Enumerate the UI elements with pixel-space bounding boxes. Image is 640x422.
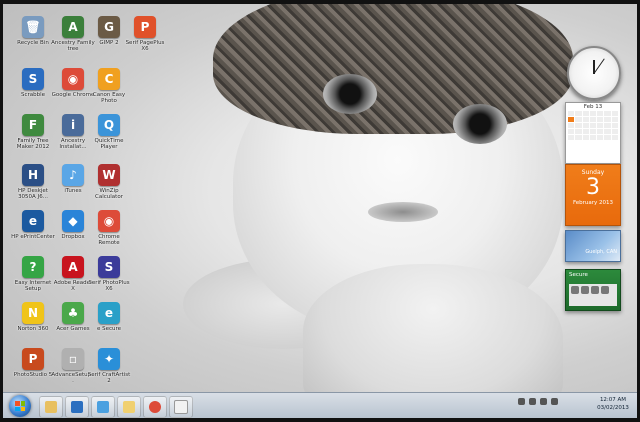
scrabble-icon: S bbox=[22, 68, 44, 90]
desktop-icon[interactable]: W WinZip Calculator bbox=[87, 164, 131, 216]
taskbar-clock[interactable]: 12:07 AM 03/02/2013 bbox=[593, 396, 633, 412]
calendar-month-year: February 2013 bbox=[572, 200, 614, 206]
photostudio-icon: P bbox=[22, 348, 44, 370]
photo-app-icon: C bbox=[98, 68, 120, 90]
security-status-panel bbox=[569, 284, 617, 306]
photoplus-icon: S bbox=[98, 256, 120, 278]
desktop-icon[interactable]: S Serif PhotoPlus X6 bbox=[87, 256, 131, 308]
taskbar-chrome-button[interactable] bbox=[143, 396, 167, 418]
weather-gadget[interactable]: Guelph, CAN bbox=[565, 230, 621, 262]
help-icon: ? bbox=[22, 256, 44, 278]
desktop-icon-label: Easy Internet Setup bbox=[14, 280, 52, 292]
tray-volume-icon[interactable] bbox=[529, 398, 536, 405]
security-gadget[interactable]: Secure bbox=[565, 269, 621, 311]
winzip-icon: W bbox=[98, 164, 120, 186]
taskbar-date: 03/02/2013 bbox=[597, 405, 629, 411]
ancestry-icon: A bbox=[62, 16, 84, 38]
taskbar: 12:07 AM 03/02/2013 bbox=[3, 392, 637, 418]
desktop-icon[interactable]: 🗑 Recycle Bin bbox=[11, 16, 55, 68]
calendar-grid bbox=[566, 111, 620, 140]
esecure-icon: e bbox=[98, 302, 120, 324]
desktop-icon-label: Recycle Bin bbox=[17, 40, 49, 46]
system-tray[interactable] bbox=[518, 398, 558, 405]
taskbar-folder-button[interactable] bbox=[117, 396, 141, 418]
taskbar-paint-button[interactable] bbox=[91, 396, 115, 418]
desktop-icon-label: WinZip Calculator bbox=[95, 188, 123, 200]
desktop-icon-label: Canon Easy Photo bbox=[92, 92, 126, 104]
calendar-month-gadget[interactable]: Feb 13 bbox=[565, 102, 621, 164]
monitor-frame: 🗑 Recycle Bin A Ancestry Family tree G GIMP 2… bbox=[0, 0, 640, 422]
dropbox-icon: ◆ bbox=[62, 210, 84, 232]
taskbar-explorer-button[interactable] bbox=[39, 396, 63, 418]
document-icon bbox=[174, 400, 188, 414]
document-icon: ▫ bbox=[62, 348, 84, 370]
tray-flag-icon[interactable] bbox=[540, 398, 547, 405]
remote-chrome-icon: ◉ bbox=[98, 210, 120, 232]
family-tree-icon: F bbox=[22, 114, 44, 136]
printer-icon: H bbox=[22, 164, 44, 186]
pageplus-icon: P bbox=[134, 16, 156, 38]
norton-icon: N bbox=[22, 302, 44, 324]
desktop-icon-label: Norton 360 bbox=[17, 326, 49, 332]
desktop-icon-label: HP ePrintCenter bbox=[11, 234, 55, 240]
desktop-icon[interactable]: ? Easy Internet Setup bbox=[11, 256, 55, 308]
games-icon: ♣ bbox=[62, 302, 84, 324]
explorer-icon bbox=[45, 401, 57, 413]
gimp-icon: G bbox=[98, 16, 120, 38]
desktop-icon[interactable]: e e Secure bbox=[87, 302, 131, 354]
calendar-day-gadget[interactable]: Sunday 3 February 2013 bbox=[565, 164, 621, 226]
wallpaper-mouth bbox=[368, 202, 438, 222]
start-button[interactable] bbox=[9, 395, 31, 417]
tray-network-icon[interactable] bbox=[518, 398, 525, 405]
desktop-icon-label: Serif CraftArtist 2 bbox=[87, 372, 131, 384]
itunes-icon: ♪ bbox=[62, 164, 84, 186]
desktop-icon-label: Chrome Remote bbox=[98, 234, 120, 246]
windows-logo-icon bbox=[15, 401, 25, 411]
desktop-icon-label: HP Deskjet 3050A J6... bbox=[18, 188, 48, 200]
wallpaper-hat bbox=[213, 4, 573, 134]
taskbar-media-button[interactable] bbox=[65, 396, 89, 418]
installer-icon: i bbox=[62, 114, 84, 136]
desktop-icon-label: Serif PhotoPlus X6 bbox=[88, 280, 130, 292]
eprint-icon: e bbox=[22, 210, 44, 232]
recycle-bin-icon: 🗑 bbox=[22, 16, 44, 38]
calendar-month-header: Feb 13 bbox=[583, 104, 603, 110]
folder-icon bbox=[123, 401, 135, 413]
taskbar-document-button[interactable] bbox=[169, 396, 193, 418]
paint-icon bbox=[97, 401, 109, 413]
desktop-icon[interactable]: P Serif PagePlus X6 bbox=[123, 16, 167, 68]
chrome-icon bbox=[149, 401, 161, 413]
desktop-icon[interactable]: F Family Tree Maker 2012 bbox=[11, 114, 55, 166]
desktop-icon[interactable]: Q QuickTime Player bbox=[87, 114, 131, 166]
clock-minute-hand bbox=[593, 58, 605, 74]
weather-location: Guelph, CAN bbox=[585, 249, 617, 255]
wallpaper-eye-left bbox=[323, 74, 377, 114]
tray-battery-icon[interactable] bbox=[551, 398, 558, 405]
craftartist-icon: ✦ bbox=[98, 348, 120, 370]
quicktime-icon: Q bbox=[98, 114, 120, 136]
adobe-reader-icon: A bbox=[62, 256, 84, 278]
desktop-icon[interactable]: e HP ePrintCenter bbox=[11, 210, 55, 262]
desktop-icon-label: Serif PagePlus X6 bbox=[125, 40, 165, 52]
security-title: Secure bbox=[569, 272, 588, 278]
desktop-icon-label: e Secure bbox=[96, 326, 122, 332]
chrome-icon: ◉ bbox=[62, 68, 84, 90]
taskbar-time: 12:07 AM bbox=[599, 397, 627, 403]
desktop-icon[interactable]: N Norton 360 bbox=[11, 302, 55, 354]
desktop-icon-label: Family Tree Maker 2012 bbox=[16, 138, 50, 150]
desktop-icon-label: Scrabble bbox=[20, 92, 46, 98]
desktop-icon-label: QuickTime Player bbox=[94, 138, 124, 150]
desktop[interactable]: 🗑 Recycle Bin A Ancestry Family tree G GIMP 2… bbox=[3, 4, 637, 418]
desktop-icon-label: PhotoStudio 5 bbox=[13, 372, 53, 378]
desktop-icon[interactable]: S Scrabble bbox=[11, 68, 55, 120]
wallpaper-eye-right bbox=[453, 104, 507, 144]
media-icon bbox=[71, 401, 83, 413]
desktop-icon[interactable]: H HP Deskjet 3050A J6... bbox=[11, 164, 55, 216]
clock-gadget[interactable] bbox=[567, 46, 621, 100]
desktop-icon[interactable]: C Canon Easy Photo bbox=[87, 68, 131, 120]
desktop-icon[interactable]: ◉ Chrome Remote bbox=[87, 210, 131, 262]
calendar-day-number: 3 bbox=[586, 175, 600, 200]
